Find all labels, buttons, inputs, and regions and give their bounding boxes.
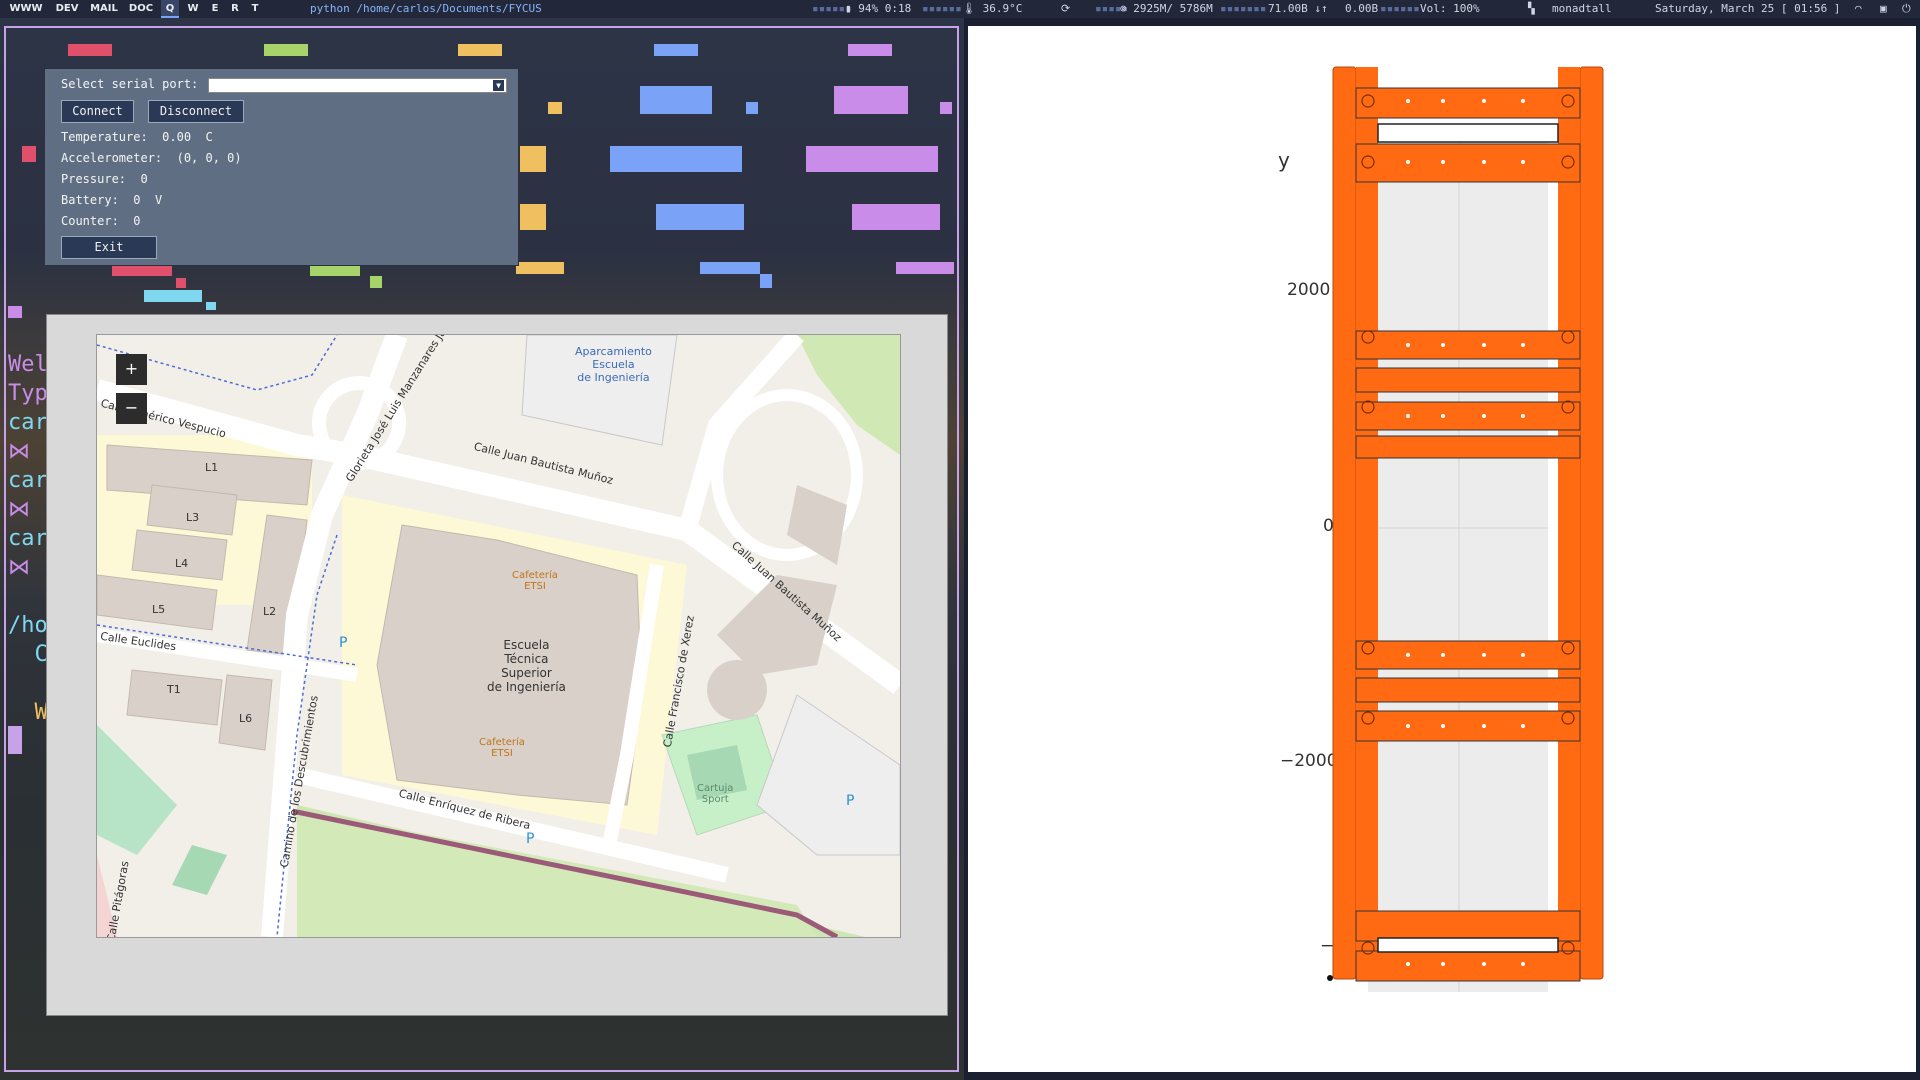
terminal-line: ⋈ — [8, 497, 30, 522]
frame-bar — [1355, 330, 1581, 360]
battery-icon: ▮ — [845, 2, 859, 15]
network-down: 71.00B ↓↑ — [1268, 2, 1328, 15]
exit-button[interactable]: Exit — [61, 236, 157, 259]
battery-value: 0 — [133, 193, 141, 207]
map-window: Aparcamiento Escuela de Ingeniería Glori… — [46, 314, 948, 1016]
accelerometer-value: (0, 0, 0) — [176, 151, 242, 165]
zoom-out-button[interactable]: − — [116, 393, 147, 424]
pressure-row: Pressure: 0 — [61, 172, 148, 186]
connect-button[interactable]: Connect — [61, 100, 134, 123]
terminal-line: Typ — [8, 381, 48, 406]
port-label: Select serial port: — [61, 77, 199, 91]
graph-widget-3: ▪▪▪▪▪▪▪ — [1220, 2, 1267, 15]
frame-bar — [1355, 401, 1581, 431]
chevron-down-icon[interactable]: ▼ — [493, 80, 504, 91]
volume-indicator[interactable]: Vol: 100% — [1420, 0, 1480, 18]
frame-bar — [1355, 367, 1581, 393]
refresh-icon[interactable]: ⟳ — [1061, 0, 1070, 18]
frame-bar — [1355, 435, 1581, 459]
top-frame-bar — [1355, 87, 1581, 119]
workspace-q[interactable]: Q — [161, 0, 179, 18]
map-label-l1: L1 — [205, 461, 219, 474]
map-label-l5: L5 — [152, 603, 166, 616]
serial-port-select[interactable]: ▼ — [208, 78, 507, 93]
terminal-line: car — [8, 410, 48, 435]
map-label-cafeteria-2: Cafetería ETSI — [479, 737, 525, 759]
terminal-line: ⋈ — [8, 439, 30, 464]
layout-name[interactable]: monadtall — [1552, 0, 1612, 18]
temperature-row: Temperature: 0.00 C — [61, 130, 213, 144]
counter-value: 0 — [133, 214, 141, 228]
map-label-t1: T1 — [167, 683, 181, 696]
clock: Saturday, March 25 [ 01:56 ] — [1655, 2, 1841, 15]
frame-bar — [1355, 710, 1581, 742]
pressure-value: 0 — [140, 172, 148, 186]
map-view[interactable]: Aparcamiento Escuela de Ingeniería Glori… — [96, 334, 901, 938]
map-label-l3: L3 — [186, 511, 200, 524]
bottom-frame-bar-2 — [1355, 950, 1581, 982]
terminal-line: Wel — [8, 352, 48, 377]
map-label-cartuja: Cartuja Sport — [697, 783, 734, 805]
memory-icon: ⊚ — [1120, 2, 1134, 15]
terminal-line: car — [8, 526, 48, 551]
accelerometer-row: Accelerometer: (0, 0, 0) — [61, 151, 242, 165]
workspace-dev[interactable]: DEV — [52, 0, 82, 18]
temperature-indicator: 🌡 36.9°C — [962, 2, 1023, 15]
power-icon[interactable]: ⏻ — [1902, 0, 1911, 18]
display-icon[interactable]: ▣ — [1880, 0, 1887, 18]
workspace-www[interactable]: WWW — [8, 0, 44, 18]
cpu-graph: ▪▪▪▪▪▪ — [812, 2, 852, 15]
window-title: python /home/carlos/Documents/FYCUS — [310, 2, 542, 15]
thermometer-icon: 🌡 — [962, 2, 983, 15]
serial-monitor-dialog: Select serial port: ▼ Connect Disconnect… — [44, 68, 519, 266]
map-label-l2: L2 — [263, 605, 277, 618]
right-rail — [1579, 66, 1604, 980]
frame-bar — [1355, 677, 1581, 703]
disconnect-button[interactable]: Disconnect — [148, 100, 244, 123]
structure-background — [1368, 126, 1548, 992]
graph-widget: ▪▪▪▪▪▪ — [922, 2, 962, 15]
layout-icon: ▚ — [1528, 2, 1535, 15]
graph-widget-4: ▪▪▪▪▪▪ — [1380, 2, 1420, 15]
memory-indicator: ⊚ 2925M/ 5786M — [1120, 2, 1213, 15]
workspace-w[interactable]: W — [184, 0, 202, 18]
bottom-frame-bar — [1355, 910, 1581, 942]
temperature-value: 0.00 — [162, 130, 192, 144]
terminal-line: ⋈ — [8, 555, 30, 580]
workspace-e[interactable]: E — [207, 0, 223, 18]
graph-widget-2: ▪▪▪▪▪ — [1095, 2, 1129, 15]
counter-row: Counter: 0 — [61, 214, 141, 228]
map-label-l4: L4 — [175, 557, 189, 570]
zoom-in-button[interactable]: + — [116, 354, 147, 385]
network-up: 0.00B — [1345, 2, 1379, 15]
plot-window[interactable]: y x 2000 0 −2000 −1 — [968, 26, 1916, 1072]
workspace-t[interactable]: T — [247, 0, 263, 18]
workspace-mail[interactable]: MAIL — [88, 0, 120, 18]
terminal-line: car — [8, 468, 48, 493]
workspace-doc[interactable]: DOC — [126, 0, 156, 18]
map-label-cafeteria: Cafetería ETSI — [512, 570, 558, 592]
map-label-escuela: Escuela Técnica Superior de Ingeniería — [487, 638, 566, 694]
frame-bar — [1355, 640, 1581, 670]
wifi-icon: ◠ — [1855, 2, 1862, 15]
top-frame-bar-2 — [1355, 143, 1581, 183]
battery-row: Battery: 0 V — [61, 193, 163, 207]
left-rail-inner — [1356, 67, 1378, 979]
battery-indicator: ▮ 94% 0:18 — [845, 2, 912, 15]
parking-icon: P — [526, 831, 535, 847]
cubesat-structure-drawing — [1327, 66, 1604, 992]
workspace-r[interactable]: R — [227, 0, 243, 18]
parking-icon: P — [846, 793, 855, 809]
map-label-l6: L6 — [239, 712, 253, 725]
top-status-bar: WWW DEV MAIL DOC Q W E R T python /home/… — [0, 0, 1920, 18]
parking-icon: P — [339, 635, 348, 651]
map-label-parking: Aparcamiento Escuela de Ingeniería — [575, 345, 652, 384]
left-rail — [1332, 66, 1357, 980]
right-rail-inner — [1558, 67, 1580, 979]
terminal-line: /ho — [8, 613, 48, 638]
